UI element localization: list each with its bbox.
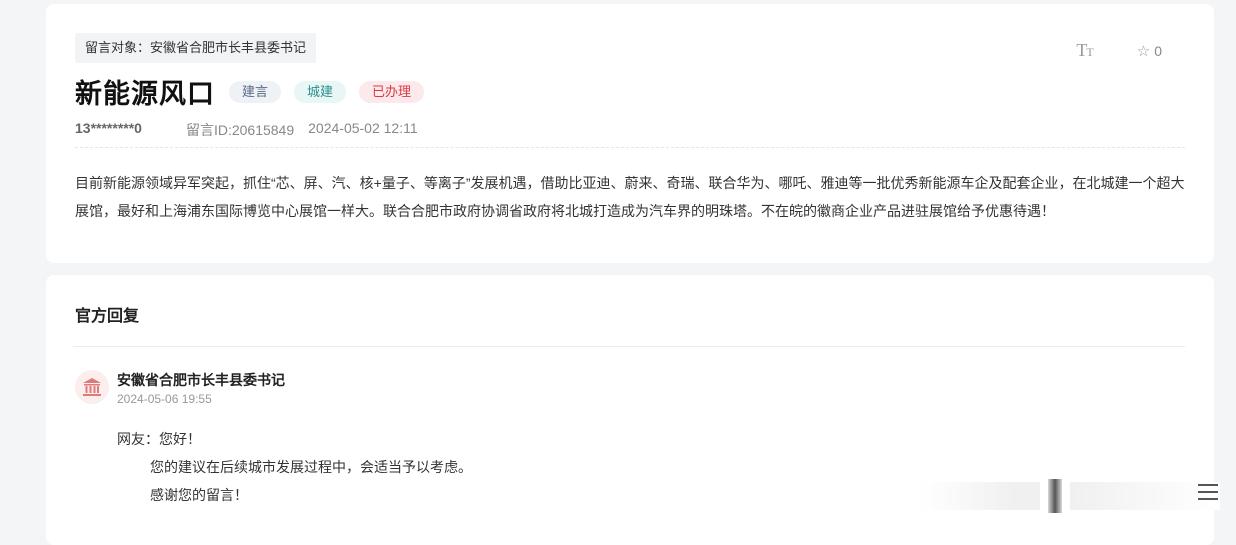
divider [75,147,1185,148]
star-outline-icon: ☆ [1136,42,1151,60]
text-size-icon[interactable]: TT [1076,40,1093,61]
reply-body: 网友：您好！ 您的建议在后续城市发展过程中，会适当予以考虑。 感谢您的留言！ [117,425,472,509]
message-title: 新能源风口 [75,79,215,109]
status-badge: 已办理 [359,80,425,103]
message-target-tag: 留言对象：安徽省合肥市长丰县委书记 [75,33,317,63]
type-badge: 建言 [229,80,282,103]
reply-line: 感谢您的留言！ [150,487,248,503]
message-datetime: 2024-05-02 12:11 [308,120,418,136]
category-badge: 城建 [294,80,347,103]
message-meta: 13********0 留言ID:20615849 2024-05-02 12:… [75,120,418,140]
divider [73,346,1185,347]
message-content: 目前新能源领域异军突起，抓住“芯、屏、汽、核+量子、等离子”发展机遇，借助比亚迪… [75,175,1185,219]
message-card: 留言对象：安徽省合肥市长丰县委书记 TT ☆ 0 新能源风口 建言 城建 已办理… [46,4,1214,263]
scroll-track [920,482,1040,510]
scroll-track [1070,482,1220,510]
scroll-widget [920,478,1220,514]
reply-heading: 官方回复 [75,308,140,325]
title-row: 新能源风口 建言 城建 已办理 [75,72,437,111]
message-toolbar: TT ☆ 0 [1076,40,1162,61]
scroll-handle[interactable] [1048,479,1062,513]
reply-line: 您的建议在后续城市发展过程中，会适当予以考虑。 [150,459,472,475]
menu-icon[interactable] [1198,484,1218,508]
government-building-icon [75,370,109,404]
reply-datetime: 2024-05-06 19:55 [117,392,212,406]
message-id: 留言ID:20615849 [185,122,295,138]
reply-greeting: 网友：您好！ [117,431,201,447]
message-user: 13********0 [75,120,142,136]
reply-org-name: 安徽省合肥市长丰县委书记 [117,372,285,388]
favorite-count: 0 [1154,42,1162,59]
favorite-button[interactable]: ☆ 0 [1137,42,1162,60]
